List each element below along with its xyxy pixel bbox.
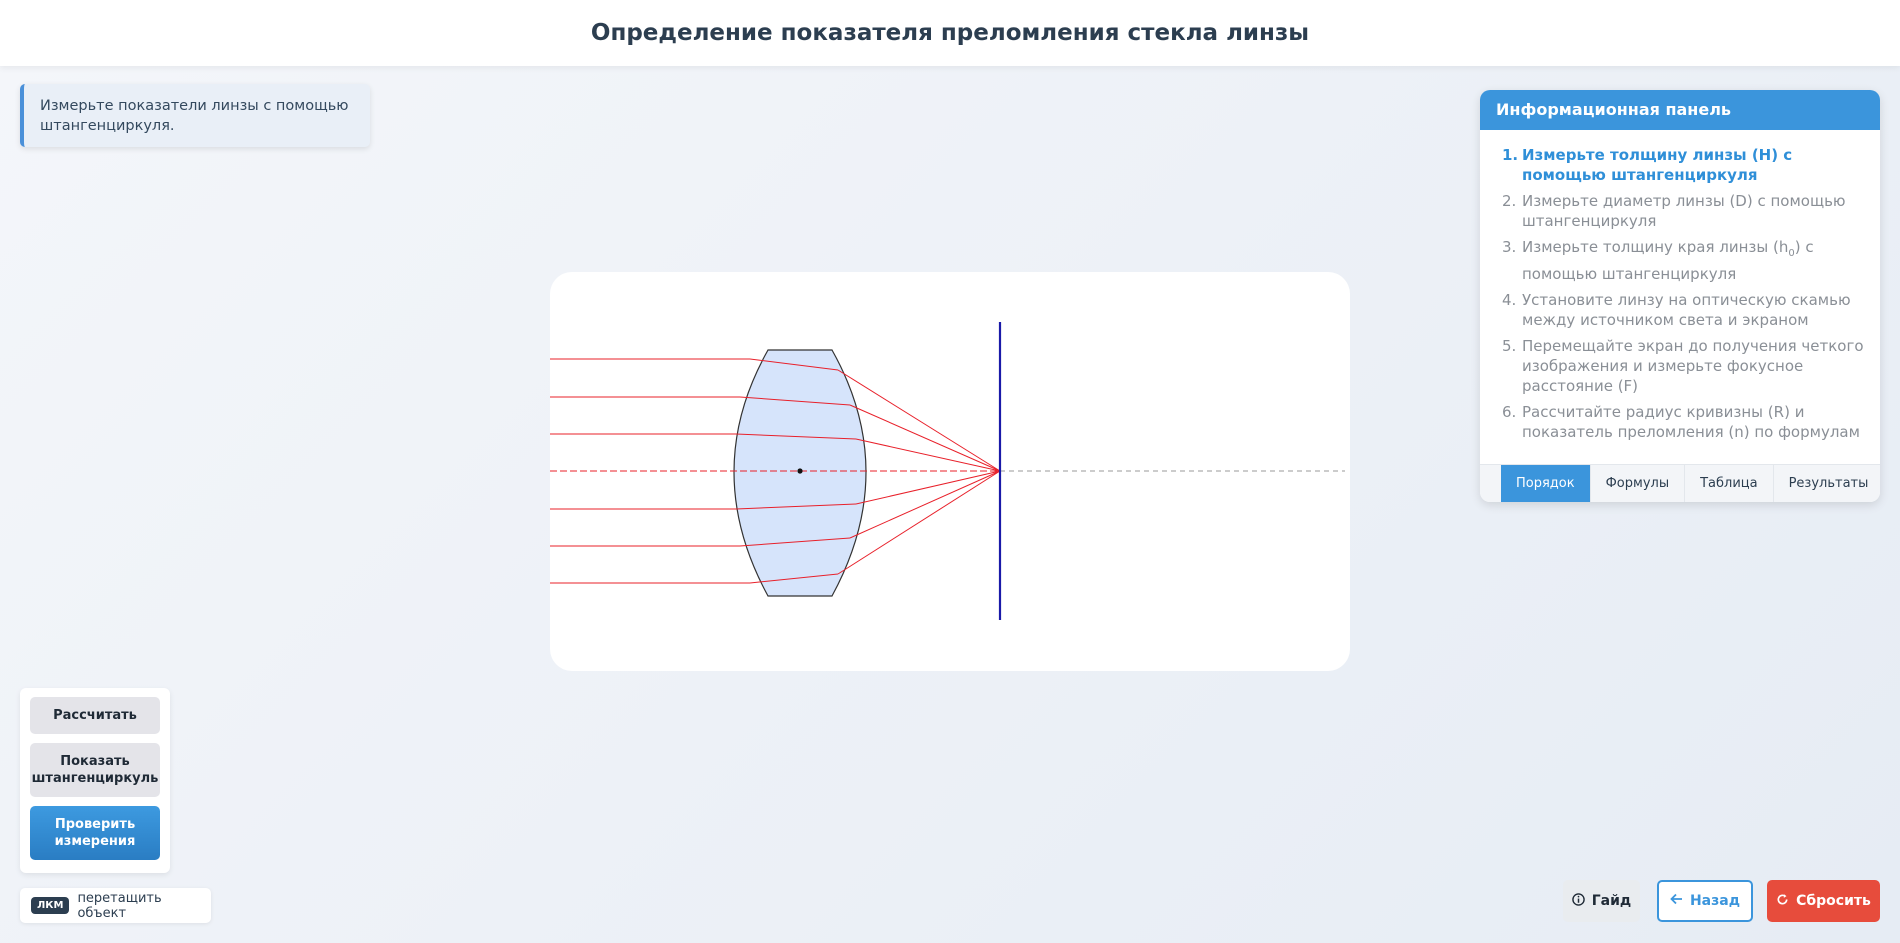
reset-icon xyxy=(1776,893,1789,910)
check-measurements-button[interactable]: Проверить измерения xyxy=(30,806,160,860)
tab-table[interactable]: Таблица xyxy=(1685,465,1774,502)
show-caliper-button[interactable]: Показать штангенциркуль xyxy=(30,743,160,797)
reset-button[interactable]: Сбросить xyxy=(1767,880,1880,922)
converging-ray xyxy=(855,470,1001,505)
info-tabs: Порядок Формулы Таблица Результаты xyxy=(1480,464,1880,502)
calculate-button[interactable]: Рассчитать xyxy=(30,697,160,734)
converging-ray xyxy=(849,404,1001,472)
step-item: 4. Установите линзу на оптическую скамью… xyxy=(1502,291,1851,329)
app-header: Определение показателя преломления стекл… xyxy=(0,0,1900,66)
step-item: 5. Перемещайте экран до получения четког… xyxy=(1502,337,1864,395)
info-icon xyxy=(1571,892,1585,910)
back-label: Назад xyxy=(1689,893,1741,909)
page-title: Определение показателя преломления стекл… xyxy=(590,20,1310,46)
guide-label: Гайд xyxy=(1591,893,1632,909)
guide-button[interactable]: Гайд xyxy=(1563,880,1640,922)
mouse-key-badge: ЛКМ xyxy=(31,897,70,914)
converging-ray xyxy=(855,438,1001,472)
info-panel: Информационная панель 1. Измерьте толщин… xyxy=(1480,90,1880,502)
instruction-hint: Измерьте показатели линзы с помощью штан… xyxy=(20,84,370,147)
tab-order[interactable]: Порядок xyxy=(1501,465,1591,502)
step-item: 6. Рассчитайте радиус кривизны (R) и пок… xyxy=(1502,403,1860,441)
tab-formulas[interactable]: Формулы xyxy=(1591,465,1686,502)
optical-bench-canvas[interactable] xyxy=(550,272,1350,671)
arrow-left-icon xyxy=(1670,893,1683,909)
info-panel-title: Информационная панель xyxy=(1480,90,1880,130)
mouse-hint: ЛКМ перетащить объект xyxy=(20,888,211,923)
step-item: 3. Измерьте толщину края линзы (h0) с по… xyxy=(1502,238,1814,283)
control-panel: Рассчитать Показать штангенциркуль Прове… xyxy=(20,688,170,873)
converging-ray xyxy=(849,470,1001,539)
procedure-steps: 1. Измерьте толщину линзы (H) с помощью … xyxy=(1480,130,1880,442)
optics-diagram xyxy=(550,322,1345,620)
step-item: 2. Измерьте диаметр линзы (D) с помощью … xyxy=(1502,192,1846,230)
step-item: 1. Измерьте толщину линзы (H) с помощью … xyxy=(1502,146,1793,184)
mouse-hint-text: перетащить объект xyxy=(77,890,162,921)
lens-center-point xyxy=(797,468,803,474)
tab-results[interactable]: Результаты xyxy=(1774,465,1880,502)
reset-label: Сбросить xyxy=(1796,893,1871,909)
back-button[interactable]: Назад xyxy=(1657,880,1753,922)
